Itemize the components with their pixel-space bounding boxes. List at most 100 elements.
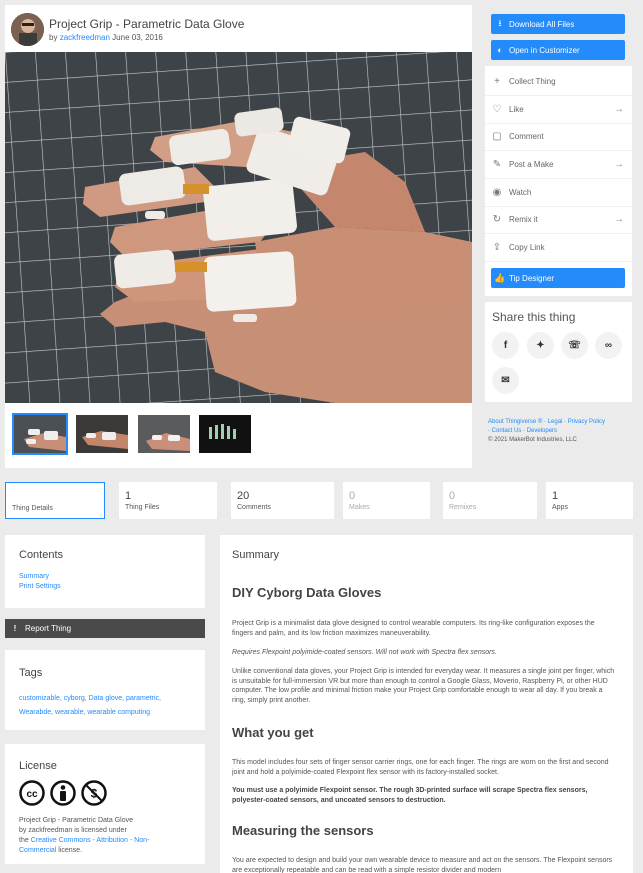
action-label: Collect Thing [509,77,556,86]
thing-title: Project Grip - Parametric Data Glove [49,17,245,31]
share-title: Share this thing [492,310,576,324]
thumbnail-2[interactable] [76,415,128,453]
action-label: Comment [509,132,544,141]
download-icon: ⭳ [498,18,502,28]
eye-icon: ◉ [492,187,502,198]
tab-thing-files[interactable]: 1 Thing Files [119,482,217,519]
privacy-link[interactable]: Privacy Policy [568,419,605,425]
report-thing-button[interactable]: ! Report Thing [5,619,205,638]
action-label: Like [509,105,524,114]
summary-panel: Summary DIY Cyborg Data Gloves Project G… [220,535,633,873]
tags-panel: Tags customizable, cyborg, Data glove, p… [5,650,205,730]
contact-link[interactable]: Contact Us [492,428,522,434]
cc-icon: cc [19,780,45,806]
remix-it-action[interactable]: ↻ Remix it → [485,206,632,234]
tab-comments[interactable]: 20 Comments [231,482,334,519]
thumbs-up-icon: 👍 [494,272,506,283]
legal-link[interactable]: Legal [548,419,563,425]
action-label: Post a Make [509,160,554,169]
stat-label: Makes [349,504,370,511]
thumbnail-3[interactable] [138,415,190,453]
download-all-files-button[interactable]: ⭳ Download All Files [491,14,625,34]
license-line: Project Grip - Parametric Data Glove [19,817,133,824]
developers-link[interactable]: Developers [527,428,557,434]
summary-label: Summary [232,549,280,561]
tags-list-line-1[interactable]: customizable, cyborg, Data glove, parame… [19,694,161,704]
svg-text:cc: cc [26,789,38,800]
watch-action[interactable]: ◉ Watch [485,179,632,207]
action-label: Watch [509,188,532,197]
whatsapp-icon[interactable]: ☏ [561,332,588,359]
like-action[interactable]: ♡ Like → [485,96,632,124]
contents-item-print-settings[interactable]: Print Settings [19,582,61,592]
contents-title: Contents [19,549,64,561]
contents-item-summary[interactable]: Summary [19,572,49,582]
customizer-icon: ◐ [497,45,503,55]
summary-heading-diy: DIY Cyborg Data Gloves [232,585,382,600]
link-icon[interactable]: ∞ [595,332,622,359]
author-link[interactable]: zackfreedman [60,33,110,42]
thing-header: Project Grip - Parametric Data Glove by … [5,5,472,468]
facebook-icon[interactable]: f [492,332,519,359]
tab-remixes[interactable]: 0 Remixes [443,482,537,519]
license-line: by zackfreedman is licensed under [19,827,127,834]
tip-label: Tip Designer [509,273,555,283]
main-image[interactable] [5,52,472,403]
noncommercial-icon: $ [81,780,107,806]
arrow-right-icon: → [614,214,624,225]
alert-icon: ! [13,624,17,633]
customizer-label: Open in Customizer [509,45,580,55]
summary-requirement-note: Requires Flexpoint polyimide-coated sens… [232,649,497,656]
download-label: Download All Files [509,19,575,29]
license-title: License [19,760,57,772]
tab-thing-details[interactable]: Thing Details [5,482,105,519]
thing-actions: + Collect Thing ♡ Like → ▢ Comment ✎ Post a M… [485,66,632,296]
comment-action[interactable]: ▢ Comment [485,123,632,151]
tags-list-line-2[interactable]: Wearabde, wearable, wearable computing [19,708,150,718]
copy-link-action[interactable]: ⇪ Copy Link [485,234,632,262]
summary-paragraph: Project Grip is a minimalist data glove … [232,620,595,637]
license-link-cont[interactable]: Commercial [19,847,56,854]
license-panel: License cc $ Project Grip - Parametric D… [5,744,205,864]
thumbnail-4[interactable] [199,415,251,453]
open-in-customizer-button[interactable]: ◐ Open in Customizer [491,40,625,60]
plus-icon: + [494,76,500,87]
footer-links: About Thingiverse ® · Legal · Privacy Po… [488,418,638,445]
make-icon: ✎ [492,159,502,170]
stat-label: Thing Details [12,505,53,512]
stat-label: Apps [552,504,568,511]
stat-count: 20 [237,490,250,502]
heart-icon: ♡ [492,104,502,115]
by-label: by [49,33,58,42]
summary-paragraph: Unlike conventional data gloves, your Pr… [232,668,615,704]
report-label: Report Thing [25,624,72,633]
twitter-icon[interactable]: ✦ [527,332,554,359]
comment-icon: ▢ [492,131,502,142]
about-link[interactable]: About Thingiverse ® [488,419,542,425]
summary-warning: You must use a polyimide Flexpoint senso… [232,787,588,804]
email-icon[interactable]: ✉ [492,367,519,394]
tags-title: Tags [19,667,43,679]
attribution-icon [50,780,76,806]
copyright: © 2021 MakerBot Industries, LLC [488,437,577,443]
action-label: Remix it [509,215,538,224]
summary-paragraph: This model includes four sets of finger … [232,759,609,776]
collect-thing-action[interactable]: + Collect Thing [485,68,632,96]
post-a-make-action[interactable]: ✎ Post a Make → [485,151,632,179]
summary-paragraph: You are expected to design and build you… [232,857,613,873]
thumbnail-1[interactable] [12,413,68,455]
byline: by zackfreedman June 03, 2016 [49,33,163,42]
summary-heading-what-you-get: What you get [232,725,314,740]
license-line: license. [56,847,83,854]
license-text: Project Grip - Parametric Data Glove by … [19,816,149,856]
share-panel: Share this thing f ✦ ☏ ∞ ✉ [485,302,632,402]
tab-makes[interactable]: 0 Makes [343,482,430,519]
stat-label: Thing Files [125,504,160,511]
share-icon: ⇪ [492,242,502,253]
publish-date: June 03, 2016 [112,33,163,42]
tip-designer-button[interactable]: 👍 Tip Designer [491,268,625,288]
avatar[interactable] [11,13,44,46]
summary-heading-measuring: Measuring the sensors [232,823,374,838]
tab-apps[interactable]: 1 Apps [546,482,633,519]
license-link[interactable]: Creative Commons - Attribution - Non- [31,837,150,844]
